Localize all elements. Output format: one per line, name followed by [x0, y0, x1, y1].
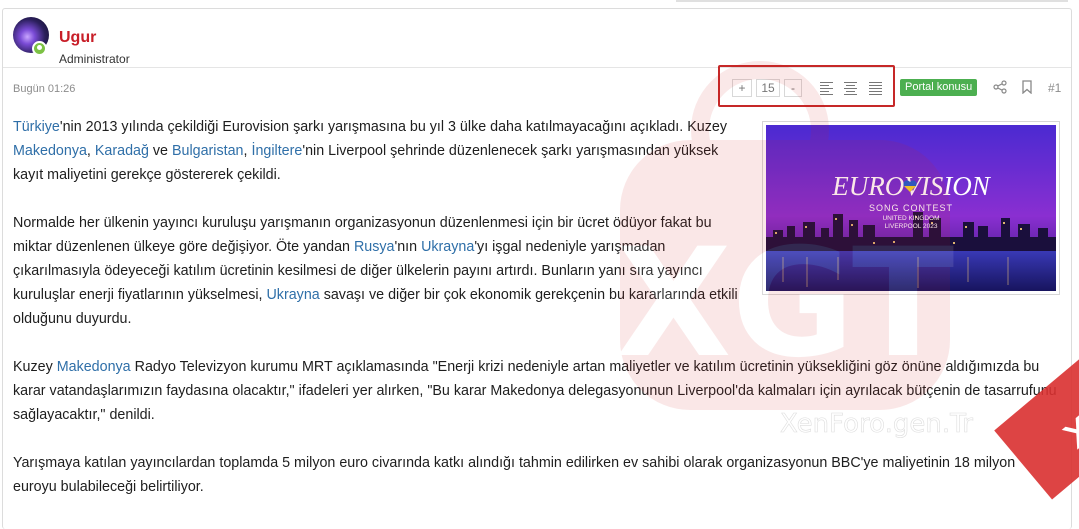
- post-body: Türkiye'nin 2013 yılında çekildiği Eurov…: [13, 115, 1061, 523]
- link-ukrayna-2[interactable]: Ukrayna: [266, 287, 319, 303]
- paragraph-3: Kuzey Makedonya Radyo Televizyon kurumu …: [13, 359, 1057, 423]
- link-makedonya[interactable]: Makedonya: [13, 143, 87, 159]
- align-center-icon[interactable]: [842, 79, 860, 97]
- post-container: Ugur Administrator Bugün 01:26 + 15 - Po…: [2, 8, 1072, 529]
- font-increase-button[interactable]: +: [732, 79, 752, 97]
- link-turkiye[interactable]: Türkiye: [13, 119, 60, 135]
- link-karadag[interactable]: Karadağ: [95, 143, 149, 159]
- align-left-icon[interactable]: [818, 79, 836, 97]
- paragraph-1: Türkiye'nin 2013 yılında çekildiği Eurov…: [13, 119, 727, 183]
- link-ukrayna[interactable]: Ukrayna: [421, 239, 474, 255]
- link-ingiltere[interactable]: İngiltere: [251, 143, 302, 159]
- online-status-icon: [32, 41, 47, 56]
- font-decrease-button[interactable]: -: [784, 79, 802, 97]
- paragraph-4: Yarışmaya katılan yayıncılardan toplamda…: [13, 455, 1016, 495]
- font-toolbar-highlight: + 15 -: [718, 65, 895, 107]
- link-makedonya-2[interactable]: Makedonya: [57, 359, 131, 375]
- top-border: [676, 0, 1068, 2]
- font-size-display: 15: [756, 79, 780, 97]
- align-justify-icon[interactable]: [867, 79, 885, 97]
- user-title: Administrator: [59, 52, 130, 66]
- link-rusya[interactable]: Rusya: [354, 239, 395, 255]
- share-icon[interactable]: [993, 80, 1007, 94]
- paragraph-2: Normalde her ülkenin yayıncı kuruluşu ya…: [13, 215, 738, 327]
- portal-badge[interactable]: Portal konusu: [900, 79, 978, 96]
- post-date[interactable]: Bugün 01:26: [13, 83, 75, 95]
- header-divider: [3, 67, 1071, 68]
- bookmark-icon[interactable]: [1020, 80, 1034, 94]
- post-number[interactable]: #1: [1048, 81, 1061, 95]
- username-link[interactable]: Ugur: [59, 29, 96, 47]
- link-bulgaristan[interactable]: Bulgaristan: [172, 143, 244, 159]
